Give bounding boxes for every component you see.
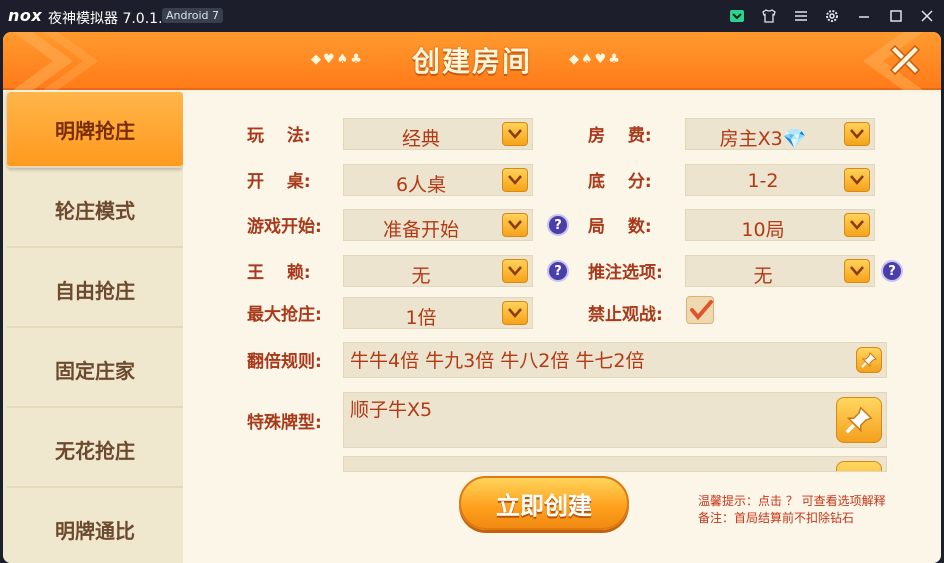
- rounds-label: 局 数:: [588, 217, 652, 237]
- special-cards-box[interactable]: 顺子牛X5: [343, 392, 887, 448]
- play-mode-select[interactable]: 经典: [343, 118, 533, 150]
- nox-logo: nox: [8, 6, 43, 25]
- tab-lunzhuang-mode[interactable]: 轮庄模式: [7, 172, 183, 248]
- create-room-button[interactable]: 立即创建: [459, 476, 629, 530]
- table-label: 开 桌:: [247, 172, 311, 192]
- push-bet-select[interactable]: 无: [685, 255, 875, 287]
- hint-tip: 温馨提示：点击 ？ 可查看选项解释: [698, 494, 886, 508]
- chevron-down-icon[interactable]: [502, 259, 528, 283]
- emulator-titlebar: nox 夜神模拟器 7.0.1.0 Android 7: [0, 0, 944, 32]
- minimize-icon[interactable]: [855, 7, 873, 25]
- chevron-down-icon[interactable]: [502, 122, 528, 146]
- push-bet-help-icon[interactable]: ?: [881, 260, 903, 282]
- push-bet-value: 无: [753, 265, 773, 287]
- max-grab-select[interactable]: 1倍: [343, 297, 533, 329]
- mode-sidebar: 明牌抢庄 轮庄模式 自由抢庄 固定庄家 无花抢庄 明牌通比: [3, 92, 183, 563]
- menu-icon[interactable]: [792, 7, 810, 25]
- skin-shirt-icon[interactable]: [760, 7, 778, 25]
- android-version-badge: Android 7: [162, 8, 224, 23]
- special-cards-edit-button[interactable]: [836, 397, 882, 443]
- room-fee-select[interactable]: 房主X3💎: [685, 118, 875, 150]
- special-cards-label: 特殊牌型:: [247, 413, 322, 433]
- chevron-down-icon[interactable]: [844, 122, 870, 146]
- game-panel: ◆♥♠♣ 创建房间 ◆♠♥♣ 明牌抢庄 轮庄模式 自由抢庄 固定庄家 无花抢庄 …: [3, 32, 941, 563]
- settings-gear-icon[interactable]: [823, 7, 841, 25]
- table-value: 6人桌: [395, 174, 447, 196]
- dialog-header: ◆♥♠♣ 创建房间 ◆♠♥♣: [3, 32, 941, 90]
- multiplier-rules-value: 牛牛4倍 牛九3倍 牛八2倍 牛七2倍: [350, 350, 645, 372]
- base-score-label: 底 分:: [588, 172, 652, 192]
- message-icon[interactable]: [728, 7, 746, 25]
- chevron-down-icon[interactable]: [502, 213, 528, 237]
- form-area: 玩 法: 经典 房 费: 房主X3💎 开 桌: 6人桌 底 分: 1-2 游戏开…: [183, 92, 941, 563]
- chevron-down-icon[interactable]: [844, 168, 870, 192]
- checkmark-icon: [690, 300, 713, 321]
- room-fee-value: 房主X3💎: [719, 128, 807, 150]
- wild-help-icon[interactable]: ?: [547, 260, 569, 282]
- wild-select[interactable]: 无: [343, 255, 533, 287]
- room-fee-label: 房 费:: [588, 126, 652, 146]
- special-cards-value: 顺子牛X5: [350, 399, 433, 421]
- no-spectate-checkbox[interactable]: [686, 296, 714, 324]
- dialog-title: 创建房间: [411, 45, 532, 78]
- max-grab-value: 1倍: [405, 307, 437, 329]
- rounds-value: 10局: [741, 219, 785, 241]
- window-title: 夜神模拟器 7.0.1.0: [48, 11, 172, 27]
- push-bet-label: 推注选项:: [588, 263, 663, 283]
- tab-wuhua-qiangzhuang[interactable]: 无花抢庄: [7, 412, 183, 488]
- right-suit-symbols: ◆♠♥♣: [569, 52, 622, 67]
- close-window-icon[interactable]: [918, 7, 936, 25]
- rounds-select[interactable]: 10局: [685, 209, 875, 241]
- base-score-select[interactable]: 1-2: [685, 164, 875, 196]
- hint-note: 备注：首局结算前不扣除钻石: [698, 511, 855, 525]
- wild-label: 王 赖:: [247, 263, 311, 283]
- next-option-box-partial[interactable]: [343, 456, 887, 472]
- tab-mingpai-qiangzhuang[interactable]: 明牌抢庄: [7, 92, 183, 168]
- play-mode-label: 玩 法:: [247, 126, 311, 146]
- tab-mingpai-tongbi[interactable]: 明牌通比: [7, 492, 183, 563]
- pin-icon: [861, 352, 877, 368]
- tab-ziyou-qiangzhuang[interactable]: 自由抢庄: [7, 252, 183, 328]
- multiplier-rules-edit-button[interactable]: [856, 347, 882, 373]
- chevron-down-icon[interactable]: [502, 301, 528, 325]
- pin-icon: [845, 406, 873, 434]
- table-select[interactable]: 6人桌: [343, 164, 533, 196]
- game-start-label: 游戏开始:: [247, 217, 322, 237]
- no-spectate-label: 禁止观战:: [588, 305, 663, 325]
- game-start-value: 准备开始: [382, 219, 459, 241]
- close-dialog-button[interactable]: [885, 40, 925, 80]
- chevron-down-icon[interactable]: [844, 259, 870, 283]
- game-start-help-icon[interactable]: ?: [547, 214, 569, 236]
- multiplier-rules-box[interactable]: 牛牛4倍 牛九3倍 牛八2倍 牛七2倍: [343, 342, 887, 378]
- max-grab-label: 最大抢庄:: [247, 305, 322, 325]
- wild-value: 无: [411, 265, 431, 287]
- tab-guding-zhuangjia[interactable]: 固定庄家: [7, 332, 183, 408]
- multiplier-rules-label: 翻倍规则:: [247, 352, 322, 372]
- chevron-down-icon[interactable]: [502, 168, 528, 192]
- maximize-icon[interactable]: [887, 7, 905, 25]
- game-start-select[interactable]: 准备开始: [343, 209, 533, 241]
- next-option-edit-button[interactable]: [836, 461, 882, 471]
- play-mode-value: 经典: [401, 128, 440, 150]
- close-icon: [889, 44, 921, 76]
- chevron-down-icon[interactable]: [844, 213, 870, 237]
- base-score-value: 1-2: [747, 170, 779, 192]
